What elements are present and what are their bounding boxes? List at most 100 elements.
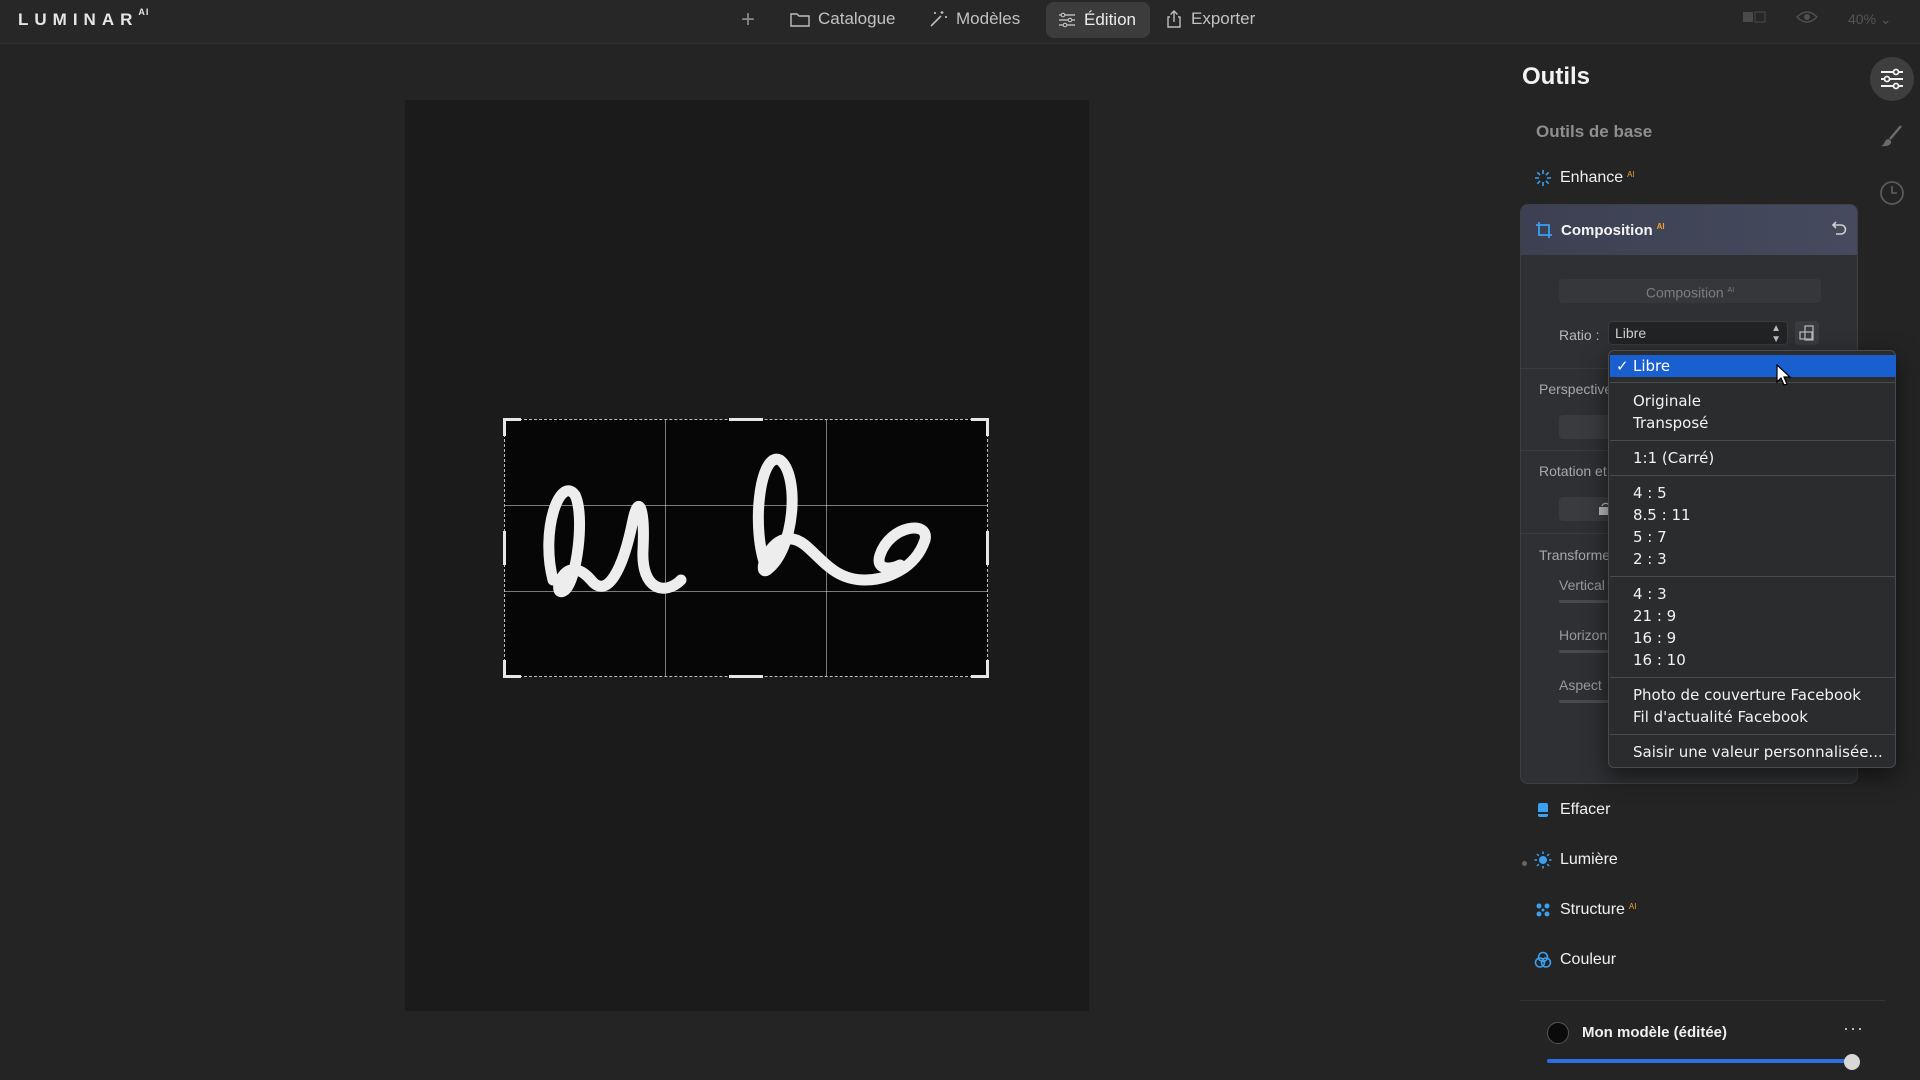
magic-wand-icon <box>930 11 947 27</box>
section-outils-de-base: Outils de base <box>1536 122 1653 141</box>
crop-handle-left[interactable] <box>503 531 506 565</box>
tool-structure[interactable]: Structure AI <box>1534 901 1636 919</box>
checkmark-icon: ✓ <box>1616 357 1629 375</box>
tab-exporter-label: Exporter <box>1191 9 1256 28</box>
folder-icon <box>790 13 810 27</box>
composition-header[interactable]: Composition AI <box>1521 205 1857 255</box>
tool-lumiere-label: Lumière <box>1560 851 1618 868</box>
history-button[interactable] <box>1870 171 1914 215</box>
sun-icon <box>1534 851 1552 869</box>
crop-handle-bottom[interactable] <box>729 675 763 678</box>
crop-icon <box>1536 222 1552 238</box>
divider <box>1610 576 1896 577</box>
tab-catalogue[interactable]: Catalogue <box>790 0 896 38</box>
transform-label: Transformer <box>1539 547 1615 563</box>
more-options-icon[interactable]: ··· <box>1843 1018 1864 1039</box>
dropdown-item[interactable]: 8.5 : 11 <box>1610 504 1896 526</box>
dropdown-item-custom[interactable]: Saisir une valeur personnalisée... <box>1610 741 1896 763</box>
dropdown-item[interactable]: 2 : 3 <box>1610 548 1896 570</box>
tools-button[interactable] <box>1870 57 1914 101</box>
eye-icon[interactable] <box>1796 10 1818 27</box>
composition-title: Composition <box>1561 221 1653 239</box>
tool-enhance[interactable]: Enhance AI <box>1534 169 1635 187</box>
tool-lumiere[interactable]: Lumière <box>1534 851 1618 869</box>
perspective-label: Perspective <box>1539 381 1613 397</box>
dropdown-item[interactable]: 4 : 3 <box>1610 583 1896 605</box>
crop-handle-bottom-right[interactable] <box>971 660 989 678</box>
tool-enhance-label: Enhance <box>1560 169 1624 186</box>
tool-structure-label: Structure <box>1560 901 1625 918</box>
panel-title: Outils <box>1522 63 1591 90</box>
tab-exporter[interactable]: Exporter <box>1165 0 1255 38</box>
chevron-down-icon: ⌄ <box>1879 11 1892 27</box>
divider <box>1610 440 1896 441</box>
ratio-select[interactable]: Libre ▲ ▼ <box>1608 321 1788 345</box>
dropdown-item[interactable]: 1:1 (Carré) <box>1610 447 1896 469</box>
dropdown-item-libre[interactable]: ✓ Libre <box>1610 355 1896 377</box>
top-bar: LUMINARAI + Catalogue Modèles Édition Ex… <box>0 0 1920 44</box>
signature-image <box>543 453 931 598</box>
model-name: Mon modèle (éditée) <box>1582 1024 1728 1041</box>
tab-edition[interactable]: Édition <box>1046 2 1150 38</box>
active-dot <box>1522 861 1527 866</box>
zoom-level[interactable]: 40% ⌄ <box>1848 11 1892 28</box>
tool-couleur-label: Couleur <box>1560 951 1617 968</box>
model-avatar <box>1547 1022 1569 1044</box>
clock-icon <box>1880 181 1904 205</box>
app-logo: LUMINARAI <box>18 7 150 29</box>
crop-handle-right[interactable] <box>986 531 989 565</box>
select-arrows-icon: ▲ ▼ <box>1771 323 1781 345</box>
ratio-label: Ratio : <box>1559 327 1600 343</box>
color-icon <box>1534 951 1552 968</box>
crop-handle-top[interactable] <box>729 418 763 421</box>
sliders-icon <box>1881 68 1903 90</box>
divider <box>1610 734 1896 735</box>
brush-button[interactable] <box>1870 114 1914 158</box>
dropdown-item[interactable]: 5 : 7 <box>1610 526 1896 548</box>
undo-icon[interactable] <box>1829 220 1847 238</box>
dropdown-item[interactable]: Transposé <box>1610 412 1896 434</box>
eraser-icon <box>1538 803 1548 817</box>
ai-badge: AI <box>1627 169 1635 179</box>
orientation-icon <box>1799 325 1814 341</box>
dropdown-item[interactable]: 16 : 10 <box>1610 649 1896 671</box>
tab-modeles-label: Modèles <box>956 9 1021 28</box>
dropdown-item[interactable]: 16 : 9 <box>1610 627 1896 649</box>
model-amount-thumb[interactable] <box>1844 1054 1860 1070</box>
tab-edition-label: Édition <box>1084 10 1136 29</box>
crop-handle-top-left[interactable] <box>503 418 521 436</box>
sliders-icon <box>1059 12 1075 28</box>
structure-icon <box>1536 903 1550 917</box>
ai-badge: AI <box>1628 901 1637 911</box>
dropdown-item[interactable]: Fil d'actualité Facebook <box>1610 706 1896 728</box>
tab-modeles[interactable]: Modèles <box>928 0 1020 38</box>
dropdown-item[interactable]: Photo de couverture Facebook <box>1610 684 1896 706</box>
mouse-cursor-icon <box>1776 364 1792 386</box>
dropdown-item[interactable]: 4 : 5 <box>1610 482 1896 504</box>
aspect-label: Aspect <box>1559 677 1602 693</box>
ai-badge: AI <box>1656 221 1665 231</box>
brush-icon <box>1881 125 1902 147</box>
orientation-button[interactable] <box>1795 321 1819 345</box>
tool-couleur[interactable]: Couleur <box>1534 951 1616 969</box>
enhance-icon <box>1535 170 1551 186</box>
add-icon[interactable]: + <box>741 6 755 34</box>
crop-handle-top-right[interactable] <box>971 418 989 436</box>
crop-handle-bottom-left[interactable] <box>503 660 521 678</box>
tool-effacer-label: Effacer <box>1560 801 1611 818</box>
tool-effacer[interactable]: Effacer <box>1534 801 1610 819</box>
divider <box>1610 677 1896 678</box>
divider <box>1610 475 1896 476</box>
ratio-dropdown-menu: ✓ Libre Originale Transposé 1:1 (Carré) … <box>1608 350 1896 768</box>
crop-area[interactable] <box>503 418 989 678</box>
divider <box>1520 1000 1885 1001</box>
dropdown-item[interactable]: 21 : 9 <box>1610 605 1896 627</box>
share-icon <box>1167 10 1181 28</box>
vertical-label: Vertical <box>1559 577 1605 593</box>
composition-ai-button[interactable]: Composition AI <box>1559 279 1821 303</box>
divider <box>1610 382 1896 383</box>
model-amount-slider[interactable] <box>1547 1059 1857 1063</box>
tab-catalogue-label: Catalogue <box>818 9 896 28</box>
compare-icon[interactable] <box>1742 10 1768 27</box>
dropdown-item[interactable]: Originale <box>1610 390 1896 412</box>
